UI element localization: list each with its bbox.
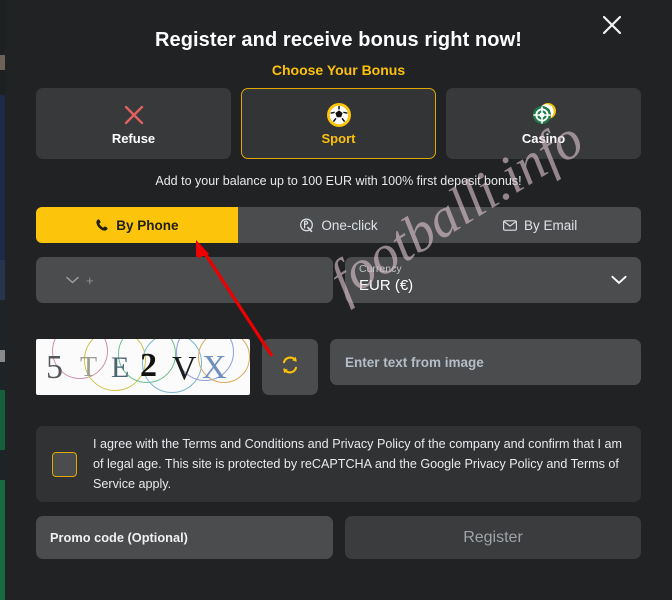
chevron-down-icon[interactable] [611,275,627,285]
captcha-input[interactable]: Enter text from image [330,339,641,385]
registration-method-tabs: By Phone One-click By Email [36,207,641,243]
submit-row: Promo code (Optional) Register [36,516,641,559]
terms-checkbox[interactable] [52,451,77,477]
phone-placeholder: + [86,272,94,288]
captcha-char: T [80,352,98,383]
bonus-card-label: Sport [321,130,356,146]
page-title: Register and receive bonus right now! [154,29,523,51]
bonus-subtitle: Choose Your Bonus [271,62,406,78]
bonus-card-label: Casino [521,130,566,146]
bonus-card-sport[interactable]: Sport [241,88,436,159]
credentials-row: + Currency EUR (€) [36,257,641,303]
bonus-card-label: Refuse [111,130,156,146]
currency-value: EUR (€) [359,277,414,294]
chevron-down-icon[interactable] [66,276,79,284]
bonus-card-group: Refuse Sport Casino [36,88,641,159]
currency-label: Currency [359,263,402,275]
terms-text: I agree with the Terms and Conditions an… [93,437,622,491]
tab-label: By Phone [116,217,179,233]
currency-select[interactable]: Currency EUR (€) [345,257,641,303]
phone-icon [95,218,109,232]
tab-one-click[interactable]: One-click [238,207,440,243]
bonus-card-refuse[interactable]: Refuse [36,88,231,159]
cross-icon [122,102,146,128]
captcha-char: V [172,350,197,387]
screenshot-root: Register and receive bonus right now! Ch… [0,0,672,600]
tab-by-phone[interactable]: By Phone [36,207,238,243]
terms-agreement-box: I agree with the Terms and Conditions an… [36,426,641,502]
captcha-row: 5 T E 2 V X Enter text from image [36,339,641,395]
captcha-char: 2 [140,347,157,384]
tab-label: One-click [321,217,378,233]
registration-modal: Register and receive bonus right now! Ch… [5,0,672,600]
soccer-ball-icon [326,102,352,128]
captcha-refresh-button[interactable] [262,339,318,395]
one-click-icon [299,218,314,233]
captcha-char: E [111,351,130,384]
envelope-icon [503,219,518,231]
tab-by-email[interactable]: By Email [439,207,641,243]
captcha-char: X [202,349,227,386]
phone-input[interactable]: + [36,257,333,303]
bonus-card-casino[interactable]: Casino [446,88,641,159]
refresh-icon [280,355,300,380]
promo-code-input[interactable]: Promo code (Optional) [36,516,333,559]
tab-label: By Email [524,217,578,233]
deposit-bonus-text: Add to your balance up to 100 EUR with 1… [155,174,522,188]
register-button[interactable]: Register [345,516,641,559]
captcha-image: 5 T E 2 V X [36,339,250,395]
poker-chip-icon [530,102,558,128]
captcha-char: 5 [46,349,63,386]
